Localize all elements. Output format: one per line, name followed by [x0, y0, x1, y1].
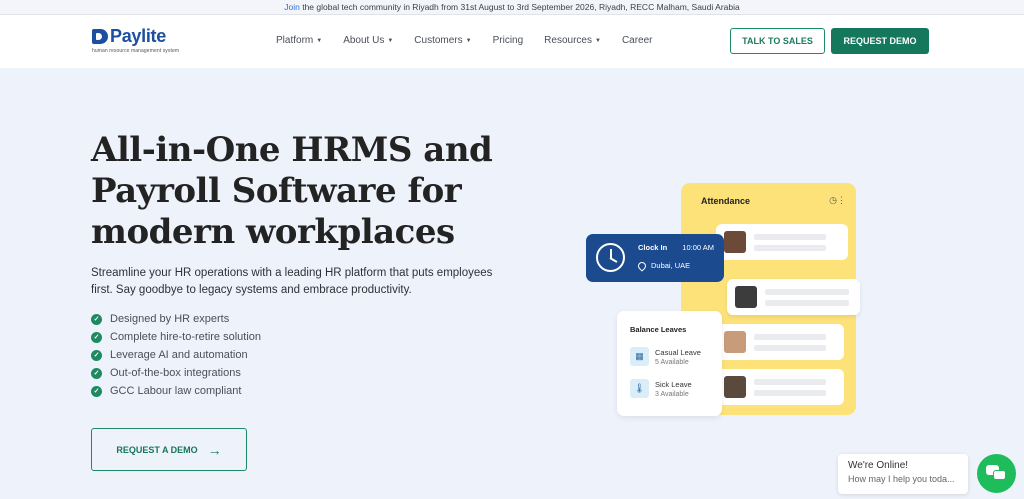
hero-title: All-in-One HRMS and Payroll Software for…	[91, 130, 531, 253]
hero-description: Streamline your HR operations with a lea…	[91, 267, 493, 296]
paylite-logo-icon	[92, 29, 108, 44]
nav-label: Pricing	[492, 35, 524, 46]
feature-label: Out-of-the-box integrations	[110, 367, 241, 379]
announcement-bar: Join the global tech community in Riyadh…	[0, 0, 1024, 15]
nav-item-resources[interactable]: Resources ▼	[544, 35, 601, 46]
clock-in-card: Clock In 10:00 AM Dubai, UAE	[586, 234, 724, 282]
feature-list: ✓ Designed by HR experts ✓ Complete hire-t…	[91, 310, 261, 400]
hero-title-line: All-in-One HRMS and	[91, 130, 493, 170]
leave-name: Casual Leave	[655, 347, 701, 357]
nav-label: About Us	[343, 35, 385, 46]
nav-label: Customers	[414, 35, 463, 46]
clock-icon	[596, 243, 625, 272]
calendar-icon: ▦	[630, 347, 649, 366]
attendance-title: Attendance	[701, 196, 751, 206]
cta-label: REQUEST A DEMO	[116, 444, 198, 455]
nav-item-customers[interactable]: Customers ▼	[414, 35, 471, 46]
avatar	[724, 231, 746, 253]
chevron-down-icon: ▼	[465, 37, 472, 44]
nav-item-career[interactable]: Career	[622, 35, 653, 46]
clock-in-time: 10:00 AM	[682, 243, 714, 252]
leave-name: Sick Leave	[655, 379, 692, 389]
check-circle-icon: ✓	[91, 331, 102, 343]
attendance-row	[716, 324, 844, 360]
chat-popup[interactable]: We're Online! How may I help you toda...	[838, 454, 968, 494]
nav-label: Platform	[276, 35, 314, 46]
thermometer-icon: 🌡	[630, 379, 649, 398]
feature-item: ✓ Designed by HR experts	[91, 310, 261, 328]
attendance-row	[727, 279, 860, 315]
check-circle-icon: ✓	[91, 367, 102, 379]
feature-label: Designed by HR experts	[110, 313, 230, 325]
feature-item: ✓ Complete hire-to-retire solution	[91, 328, 261, 346]
location-pin-icon	[636, 259, 648, 272]
talk-to-sales-button[interactable]: TALK TO SALES	[730, 28, 825, 54]
request-demo-button[interactable]: REQUEST DEMO	[831, 28, 929, 54]
avatar	[724, 376, 746, 398]
chevron-down-icon: ▼	[316, 37, 323, 44]
chat-bubble-icon	[993, 470, 1006, 480]
paylite-logo[interactable]: Paylite human resource management system	[92, 26, 179, 54]
attendance-row	[716, 369, 844, 405]
request-a-demo-button[interactable]: REQUEST A DEMO →	[91, 428, 247, 471]
nav-label: Career	[621, 35, 653, 46]
leave-available: 5 Available	[655, 358, 689, 366]
arrow-right-icon: →	[207, 441, 222, 458]
chevron-down-icon: ▼	[387, 37, 394, 44]
feature-item: ✓ GCC Labour law compliant	[91, 382, 261, 400]
feature-label: Leverage AI and automation	[110, 349, 248, 361]
brand-name: Paylite	[110, 26, 166, 46]
brand-tagline: human resource management system	[92, 48, 180, 54]
check-circle-icon: ✓	[91, 313, 102, 325]
leave-item: 🌡 Sick Leave 3 Available	[630, 379, 692, 398]
clock-in-label: Clock In	[638, 243, 668, 252]
nav-item-pricing[interactable]: Pricing	[493, 35, 524, 46]
avatar	[724, 331, 746, 353]
feature-label: GCC Labour law compliant	[110, 385, 242, 397]
chat-launcher-button[interactable]	[977, 454, 1016, 493]
main-navbar: Paylite human resource management system…	[0, 15, 1024, 68]
chevron-down-icon: ▼	[594, 37, 601, 44]
check-circle-icon: ✓	[91, 385, 102, 397]
balance-leaves-card: Balance Leaves ▦ Casual Leave 5 Availabl…	[617, 311, 722, 416]
hero-title-line: modern workplaces	[91, 212, 455, 252]
location-text: Dubai, UAE	[651, 261, 691, 270]
avatar	[735, 286, 757, 308]
attendance-row	[716, 224, 848, 260]
chat-title: We're Online!	[848, 460, 909, 471]
feature-item: ✓ Leverage AI and automation	[91, 346, 261, 364]
nav-item-about-us[interactable]: About Us ▼	[343, 35, 393, 46]
chat-subtitle: How may I help you toda...	[848, 474, 955, 484]
nav-label: Resources	[544, 35, 592, 46]
announcement-text: the global tech community in Riyadh from…	[299, 2, 740, 12]
balance-leaves-title: Balance Leaves	[630, 325, 687, 334]
feature-item: ✓ Out-of-the-box integrations	[91, 364, 261, 382]
clock-menu-icon: ◷⋮	[829, 195, 846, 205]
announcement-join-link[interactable]: Join	[284, 2, 300, 12]
feature-label: Complete hire-to-retire solution	[110, 331, 262, 343]
leave-item: ▦ Casual Leave 5 Available	[630, 347, 701, 366]
clock-in-location: Dubai, UAE	[636, 259, 691, 272]
check-circle-icon: ✓	[91, 349, 102, 361]
hero-title-line: Payroll Software for	[91, 171, 462, 211]
nav-menu: Platform ▼ About Us ▼ Customers ▼ Pricing R…	[276, 35, 674, 46]
leave-available: 3 Available	[655, 390, 689, 398]
nav-item-platform[interactable]: Platform ▼	[276, 35, 322, 46]
